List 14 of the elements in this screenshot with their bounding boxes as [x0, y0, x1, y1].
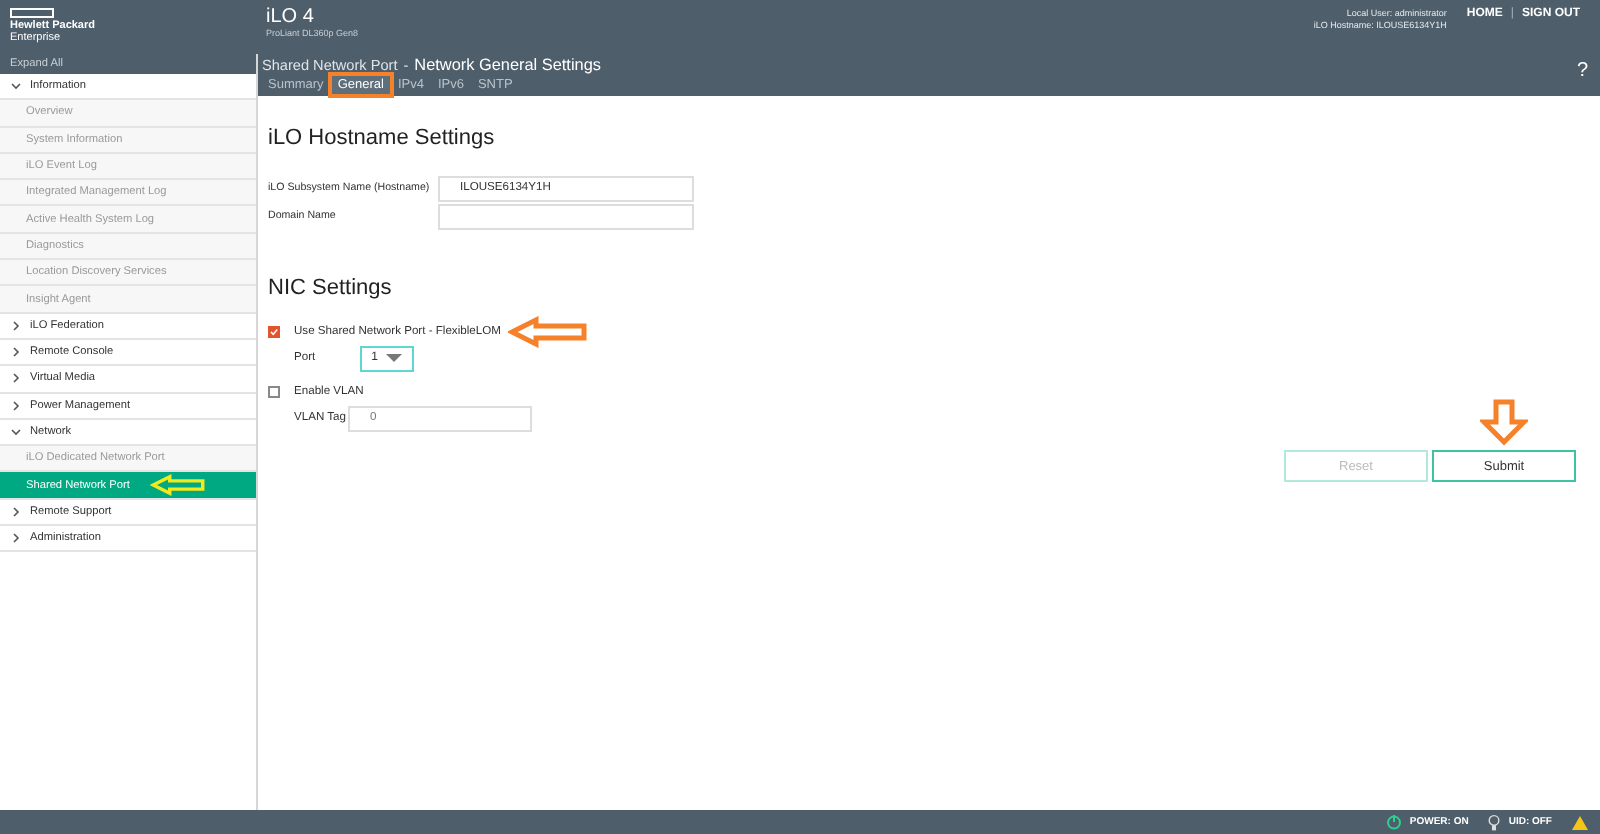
section-heading: iLO Hostname Settings [268, 126, 497, 150]
lightbulb-icon [1488, 813, 1501, 831]
dropdown-caret-icon [385, 353, 402, 363]
checkbox[interactable] [268, 386, 280, 398]
page-title: Network General Settings [414, 56, 601, 74]
checkmark-icon [270, 328, 278, 336]
product-name: iLO 4 [266, 6, 316, 28]
input-field[interactable] [438, 203, 694, 229]
power-icon [1385, 814, 1402, 830]
company-logo-icon [10, 8, 54, 18]
section-heading: NIC Settings [268, 276, 394, 300]
warning-icon [1572, 815, 1588, 829]
help-icon[interactable]: ? [1576, 60, 1588, 82]
checkbox[interactable] [268, 326, 280, 338]
